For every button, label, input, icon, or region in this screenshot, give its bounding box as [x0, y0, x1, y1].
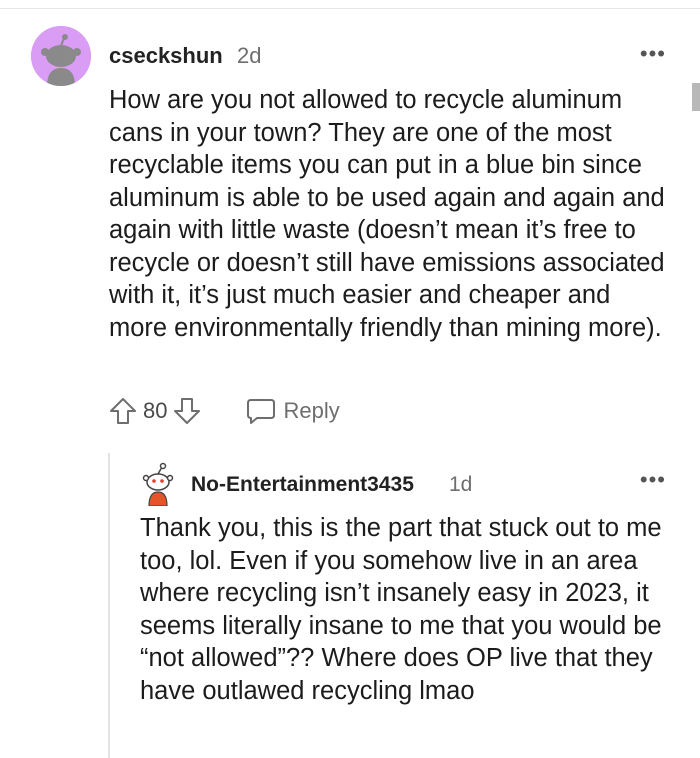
- downvote-arrow-icon[interactable]: [171, 395, 203, 427]
- comment-actions: 80 Reply: [107, 393, 340, 429]
- top-divider: [0, 8, 700, 9]
- snoo-avatar-icon: [142, 462, 174, 507]
- comment-username[interactable]: cseckshun: [109, 42, 223, 70]
- reply-avatar[interactable]: [140, 462, 176, 507]
- more-options-icon[interactable]: •••: [640, 43, 666, 65]
- avatar[interactable]: [31, 26, 91, 86]
- scrollbar-thumb[interactable]: [692, 83, 700, 111]
- reply-timestamp: 1d: [449, 473, 473, 496]
- reply-button-label: Reply: [283, 398, 340, 423]
- comment-body: How are you not allowed to recycle alumi…: [109, 86, 672, 342]
- speech-bubble-icon: [247, 399, 276, 424]
- upvote-arrow-icon[interactable]: [107, 395, 139, 427]
- thread-line[interactable]: [108, 453, 110, 758]
- reply-button[interactable]: Reply: [245, 396, 340, 426]
- reply-body: Thank you, this is the part that stuck o…: [140, 514, 669, 705]
- reply-username[interactable]: No-Entertainment3435: [191, 472, 414, 498]
- vote-score: 80: [143, 398, 168, 423]
- comment-timestamp: 2d: [237, 43, 262, 68]
- more-options-icon[interactable]: •••: [640, 469, 666, 491]
- snoo-avatar-icon: [31, 26, 91, 86]
